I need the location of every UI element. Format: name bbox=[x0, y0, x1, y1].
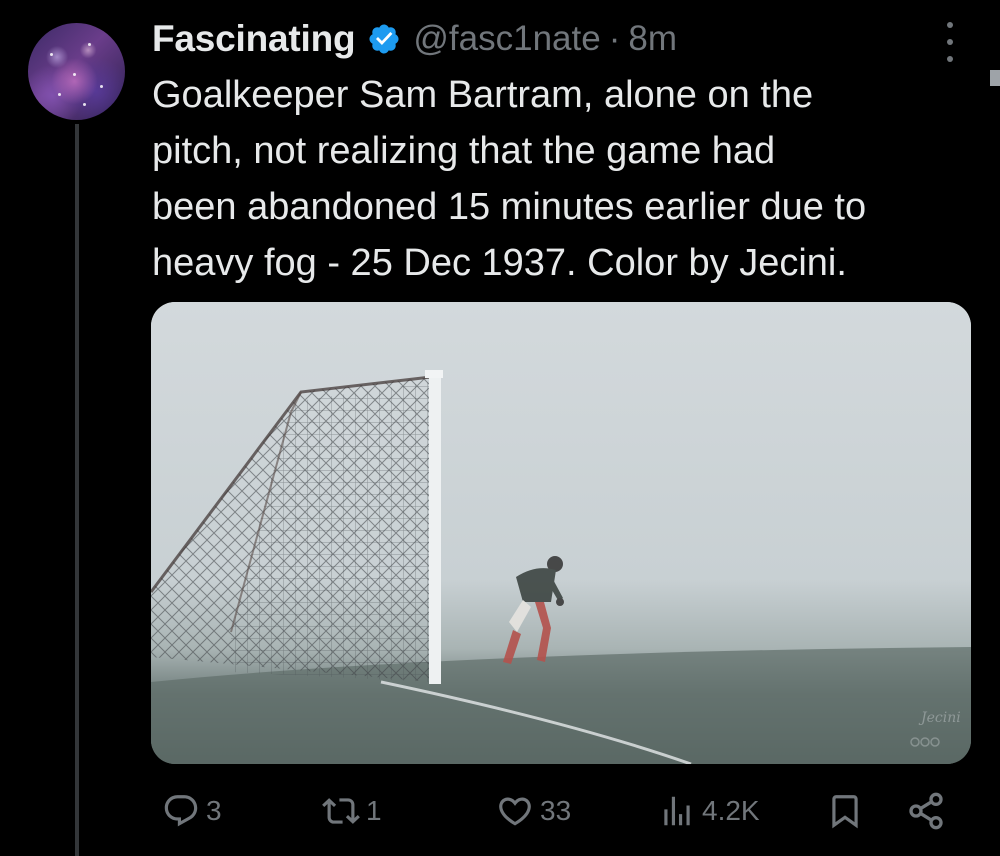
action-bar: 3 1 33 4.2K bbox=[150, 786, 970, 836]
views-button[interactable]: 4.2K bbox=[658, 786, 760, 836]
tweet: Fascinating @fasc1nate · 8m Goalkeeper S… bbox=[0, 0, 1000, 856]
retweet-count: 1 bbox=[366, 795, 382, 826]
tweet-photo[interactable]: Jecini bbox=[151, 302, 971, 764]
bookmark-button[interactable] bbox=[826, 786, 864, 836]
view-count: 4.2K bbox=[702, 795, 760, 826]
reply-button[interactable]: 3 bbox=[162, 786, 222, 836]
avatar[interactable] bbox=[28, 23, 125, 120]
foggy-goalkeeper-photo: Jecini bbox=[151, 302, 971, 764]
tweet-text-line: heavy fog - 25 Dec 1937. Color by Jecini… bbox=[152, 242, 847, 284]
retweet-icon bbox=[322, 792, 360, 830]
verified-badge-icon bbox=[367, 22, 401, 56]
tweet-text-line: Goalkeeper Sam Bartram, alone on the bbox=[152, 74, 814, 116]
tweet-header: Fascinating @fasc1nate · 8m bbox=[152, 14, 677, 64]
like-button[interactable]: 33 bbox=[496, 786, 571, 836]
handle[interactable]: @fasc1nate bbox=[413, 19, 600, 59]
like-count: 33 bbox=[540, 795, 572, 826]
like-icon bbox=[496, 792, 534, 830]
views-icon bbox=[658, 792, 696, 830]
bookmark-icon bbox=[826, 792, 864, 830]
share-button[interactable] bbox=[906, 786, 946, 836]
tweet-text: Goalkeeper Sam Bartram, alone on the pit… bbox=[152, 67, 987, 291]
timestamp[interactable]: 8m bbox=[628, 19, 677, 59]
display-name[interactable]: Fascinating bbox=[152, 18, 356, 60]
reply-count: 3 bbox=[206, 795, 222, 826]
tweet-text-line: pitch, not realizing that the game had bbox=[152, 130, 776, 172]
separator: · bbox=[608, 19, 621, 58]
tweet-text-line: been abandoned 15 minutes earlier due to bbox=[152, 186, 867, 228]
thread-line bbox=[75, 124, 79, 856]
retweet-button[interactable]: 1 bbox=[322, 786, 382, 836]
reply-icon bbox=[162, 792, 200, 830]
watermark-signature: Jecini bbox=[918, 710, 961, 726]
more-icon[interactable] bbox=[938, 22, 962, 62]
scrollbar[interactable] bbox=[990, 70, 1000, 86]
share-icon bbox=[906, 791, 946, 831]
